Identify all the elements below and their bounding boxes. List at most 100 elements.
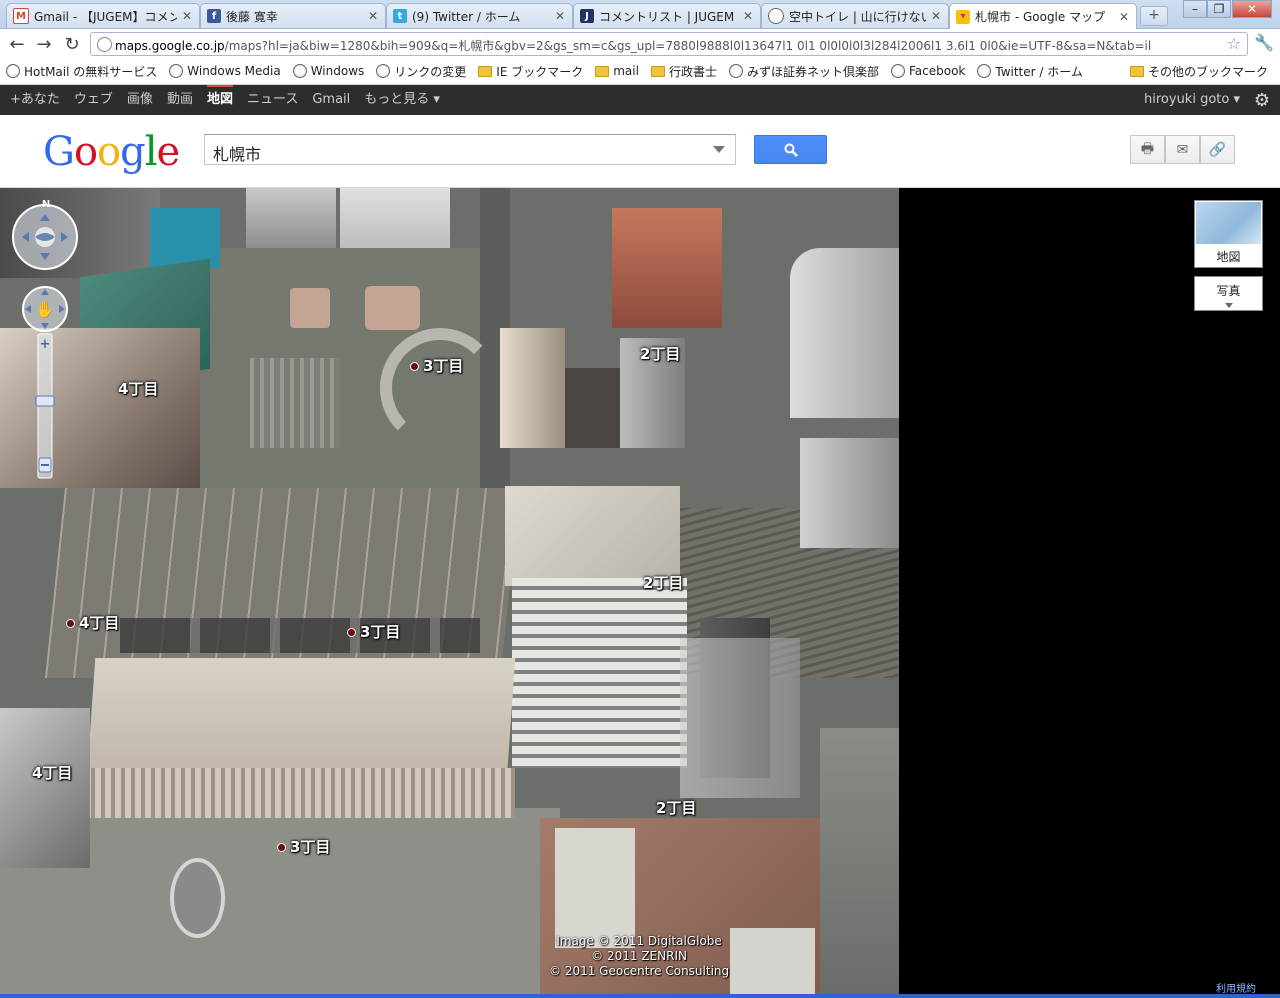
address-bar[interactable]: maps.google.co.jp/maps?hl=ja&biw=1280&bi… <box>90 32 1248 56</box>
map-canvas[interactable]: 3丁目 2丁目 4丁目 2丁目 4丁目 3丁目 4丁目 2丁目 3丁目 Imag… <box>0 188 899 994</box>
bookmark-item[interactable]: Windows <box>292 64 365 78</box>
bookmark-label: Twitter / ホーム <box>995 64 1083 79</box>
tab-3[interactable]: J コメントリスト | JUGEM 管理- ✕ <box>573 3 761 28</box>
map-type-map-button[interactable]: 地図 <box>1194 200 1263 268</box>
close-icon[interactable]: ✕ <box>181 9 193 23</box>
google-logo[interactable]: Google <box>43 129 180 175</box>
close-icon[interactable]: ✕ <box>367 9 379 23</box>
folder-icon <box>650 65 665 77</box>
hand-icon: ✋ <box>35 300 55 319</box>
building <box>730 928 815 994</box>
tab-title: コメントリスト | JUGEM 管理- <box>599 9 738 24</box>
map-type-label: 地図 <box>1216 250 1241 264</box>
link-icon: 🔗 <box>1208 141 1227 158</box>
tab-2[interactable]: t (9) Twitter / ホーム ✕ <box>386 3 573 28</box>
wrench-icon[interactable]: 🔧 <box>1254 33 1274 52</box>
address-url[interactable]: maps.google.co.jp/maps?hl=ja&biw=1280&bi… <box>115 37 1215 54</box>
tab-4[interactable]: 空中トイレ | 山に行けない\bo ✕ <box>761 3 949 28</box>
map-label[interactable]: 3丁目 <box>277 836 330 857</box>
tab-title: 後藤 寛幸 <box>226 9 278 24</box>
gbar-item-more[interactable]: もっと見る ▾ <box>364 85 440 115</box>
dropdown-caret-icon[interactable] <box>713 146 725 153</box>
location-dot-icon <box>66 619 75 628</box>
gbar-item-web[interactable]: ウェブ <box>74 85 113 115</box>
page-icon <box>97 37 112 52</box>
map-label[interactable]: 4丁目 <box>66 612 119 633</box>
globe-icon <box>977 64 992 78</box>
imagery-copyright: Image © 2011 DigitalGlobe © 2011 ZENRIN … <box>549 934 729 979</box>
new-tab-button[interactable]: + <box>1140 6 1168 26</box>
location-dot-icon <box>410 362 419 371</box>
terms-link[interactable]: 利用規約 <box>1216 980 1256 995</box>
oval-building <box>170 858 225 938</box>
zoom-slider[interactable]: + <box>35 333 55 479</box>
parking-signs <box>120 618 480 653</box>
reload-button[interactable]: ↻ <box>61 33 83 55</box>
link-button[interactable]: 🔗 <box>1200 135 1235 164</box>
map-label[interactable]: 2丁目 <box>640 343 680 364</box>
bookmark-item[interactable]: みずほ証券ネット倶楽部 <box>728 63 879 80</box>
gbar-item-images[interactable]: 画像 <box>127 85 153 115</box>
minimize-button[interactable]: – <box>1183 0 1207 18</box>
map-label[interactable]: 4丁目 <box>118 378 158 399</box>
map-label[interactable]: 4丁目 <box>32 762 72 783</box>
zoom-in-icon: + <box>40 337 51 352</box>
back-button[interactable]: ← <box>6 33 28 55</box>
folder-icon <box>478 65 493 77</box>
tab-1[interactable]: f 後藤 寛幸 ✕ <box>200 3 386 28</box>
gmail-icon: M <box>13 8 29 24</box>
copyright-line: Image © 2011 DigitalGlobe <box>556 934 722 948</box>
globe-icon <box>292 64 307 78</box>
close-icon[interactable]: ✕ <box>930 9 942 23</box>
gbar-item-maps[interactable]: 地図 <box>206 85 233 115</box>
plaza-arc <box>380 328 500 448</box>
window-close-button[interactable]: ✕ <box>1232 0 1272 18</box>
close-icon[interactable]: ✕ <box>742 9 754 23</box>
search-button[interactable] <box>754 135 827 164</box>
folder-icon <box>595 65 610 77</box>
map-label[interactable]: 2丁目 <box>656 797 696 818</box>
print-button[interactable]: 🖶 <box>1130 135 1165 164</box>
bookmark-item[interactable]: Facebook <box>890 64 965 78</box>
maximize-button[interactable]: ❐ <box>1207 0 1231 18</box>
tab-5-active[interactable]: ▾ 札幌市 - Google マップ ✕ <box>949 3 1137 29</box>
bookmark-star-icon[interactable]: ☆ <box>1227 34 1241 53</box>
look-around-control[interactable] <box>12 204 78 270</box>
zoom-slider-handle <box>35 395 55 407</box>
gbar-item-plus-you[interactable]: +あなた <box>10 85 60 115</box>
close-icon[interactable]: ✕ <box>1118 10 1130 24</box>
map-thumbnail-icon <box>1196 202 1261 244</box>
globe-icon <box>376 64 391 78</box>
twitter-icon: t <box>393 9 407 23</box>
store-facade <box>85 768 515 818</box>
pan-control[interactable]: ✋ <box>22 286 68 332</box>
search-icon <box>784 143 798 157</box>
bookmark-label: Windows <box>310 64 365 78</box>
bookmark-item[interactable]: HotMail の無料サービス <box>6 63 157 80</box>
bookmark-folder[interactable]: 行政書士 <box>650 63 717 80</box>
url-domain: maps.google.co.jp <box>115 39 225 53</box>
map-label[interactable]: 3丁目 <box>347 621 400 642</box>
close-icon[interactable]: ✕ <box>554 9 566 23</box>
search-input[interactable]: 札幌市 <box>204 134 736 165</box>
bookmark-folder[interactable]: mail <box>595 64 639 78</box>
bookmark-item[interactable]: リンクの変更 <box>376 63 466 80</box>
building <box>500 328 565 448</box>
bookmark-item[interactable]: Twitter / ホーム <box>977 63 1083 80</box>
bookmark-item[interactable]: Windows Media <box>169 64 281 78</box>
bookmark-folder[interactable]: IE ブックマーク <box>478 63 583 80</box>
map-label[interactable]: 2丁目 <box>643 572 683 593</box>
map-type-photo-button[interactable]: 写真 <box>1194 276 1263 311</box>
map-type-label: 写真 <box>1216 284 1241 298</box>
tower-roof <box>505 486 680 586</box>
other-bookmarks-folder[interactable]: その他のブックマーク <box>1129 63 1268 80</box>
gbar-item-gmail[interactable]: Gmail <box>312 85 350 115</box>
map-label[interactable]: 3丁目 <box>410 355 463 376</box>
gear-icon[interactable]: ⚙ <box>1254 90 1270 111</box>
gbar-item-video[interactable]: 動画 <box>167 85 193 115</box>
email-button[interactable]: ✉ <box>1165 135 1200 164</box>
forward-button[interactable]: → <box>33 33 55 55</box>
user-menu[interactable]: hiroyuki goto ▾ <box>1144 85 1240 115</box>
gbar-item-news[interactable]: ニュース <box>247 85 298 115</box>
tab-0[interactable]: M Gmail - 【JUGEM】コメント通 ✕ <box>6 3 200 28</box>
